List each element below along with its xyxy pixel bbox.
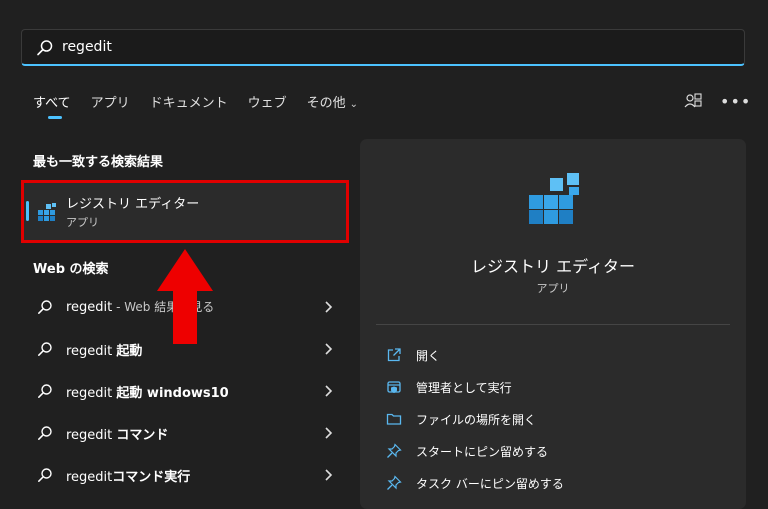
web-result-text: regedit bbox=[66, 344, 117, 359]
pin-icon bbox=[386, 475, 402, 494]
web-result-bold: コマンド bbox=[116, 428, 169, 443]
open-icon bbox=[386, 347, 402, 366]
web-search-heading: Web の検索 bbox=[33, 262, 109, 277]
best-match-heading: 最も一致する検索結果 bbox=[33, 155, 164, 170]
web-result-text: regedit bbox=[66, 470, 113, 485]
tab-documents[interactable]: ドキュメント bbox=[150, 92, 228, 114]
chevron-right-icon bbox=[323, 467, 333, 486]
search-icon bbox=[37, 467, 53, 487]
tab-more-label: その他 bbox=[306, 96, 346, 111]
search-input[interactable] bbox=[62, 36, 702, 58]
web-result-row[interactable]: regedit 起動 windows10 bbox=[21, 371, 349, 411]
action-label: 管理者として実行 bbox=[416, 381, 512, 395]
action-pin-to-taskbar[interactable]: タスク バーにピン留めする bbox=[386, 473, 706, 495]
web-result-bold: 起動 bbox=[116, 344, 143, 359]
action-open-file-location[interactable]: ファイルの場所を開く bbox=[386, 409, 706, 431]
search-icon bbox=[37, 383, 53, 403]
best-match-result[interactable]: レジストリ エディター アプリ bbox=[21, 180, 349, 243]
best-match-subtitle: アプリ bbox=[66, 216, 99, 229]
chevron-right-icon bbox=[323, 299, 333, 318]
web-result-bold: コマンド実行 bbox=[112, 470, 191, 485]
action-run-as-admin[interactable]: 管理者として実行 bbox=[386, 377, 706, 399]
chevron-right-icon bbox=[323, 341, 333, 360]
registry-editor-icon bbox=[526, 171, 584, 233]
search-icon bbox=[37, 425, 53, 445]
tab-all[interactable]: すべて bbox=[33, 92, 71, 114]
web-result-row[interactable]: regedit コマンド bbox=[21, 413, 349, 453]
chevron-down-icon: ⌄ bbox=[349, 99, 359, 110]
chevron-right-icon bbox=[323, 383, 333, 402]
best-match-title: レジストリ エディター bbox=[66, 197, 200, 212]
annotation-arrow bbox=[155, 249, 215, 349]
web-result-row[interactable]: regeditコマンド実行 bbox=[21, 455, 349, 495]
pin-icon bbox=[386, 443, 402, 462]
web-result-text: regedit bbox=[66, 428, 117, 443]
admin-shield-icon bbox=[386, 379, 402, 398]
web-result-bold: 起動 windows10 bbox=[116, 386, 229, 401]
action-label: 開く bbox=[416, 349, 441, 363]
registry-editor-icon bbox=[37, 202, 57, 226]
search-box[interactable] bbox=[21, 29, 745, 66]
action-label: ファイルの場所を開く bbox=[416, 413, 537, 427]
active-tab-indicator bbox=[48, 116, 62, 119]
detail-subtitle: アプリ bbox=[536, 282, 570, 295]
tab-more[interactable]: その他 ⌄ bbox=[307, 92, 358, 114]
more-options-icon[interactable]: ••• bbox=[720, 92, 751, 111]
search-icon bbox=[37, 341, 53, 361]
account-switch-icon[interactable] bbox=[684, 92, 702, 114]
divider bbox=[376, 324, 730, 325]
web-result-text: regedit bbox=[66, 300, 113, 315]
detail-title: レジストリ エディター bbox=[471, 257, 635, 276]
web-result-text: regedit bbox=[66, 386, 117, 401]
folder-icon bbox=[386, 411, 402, 430]
action-open[interactable]: 開く bbox=[386, 345, 706, 367]
action-label: スタートにピン留めする bbox=[416, 445, 549, 459]
chevron-right-icon bbox=[323, 425, 333, 444]
detail-panel: レジストリ エディター アプリ 開く 管理者として実行 ファイルの場所を開く ス… bbox=[360, 139, 746, 509]
filter-tabs: すべて アプリ ドキュメント ウェブ その他 ⌄ bbox=[33, 92, 378, 114]
action-label: タスク バーにピン留めする bbox=[416, 477, 564, 491]
tab-web[interactable]: ウェブ bbox=[248, 92, 287, 114]
action-pin-to-start[interactable]: スタートにピン留めする bbox=[386, 441, 706, 463]
search-icon bbox=[37, 299, 53, 319]
selection-indicator bbox=[26, 201, 29, 221]
tab-apps[interactable]: アプリ bbox=[91, 92, 130, 114]
search-icon bbox=[36, 39, 54, 61]
